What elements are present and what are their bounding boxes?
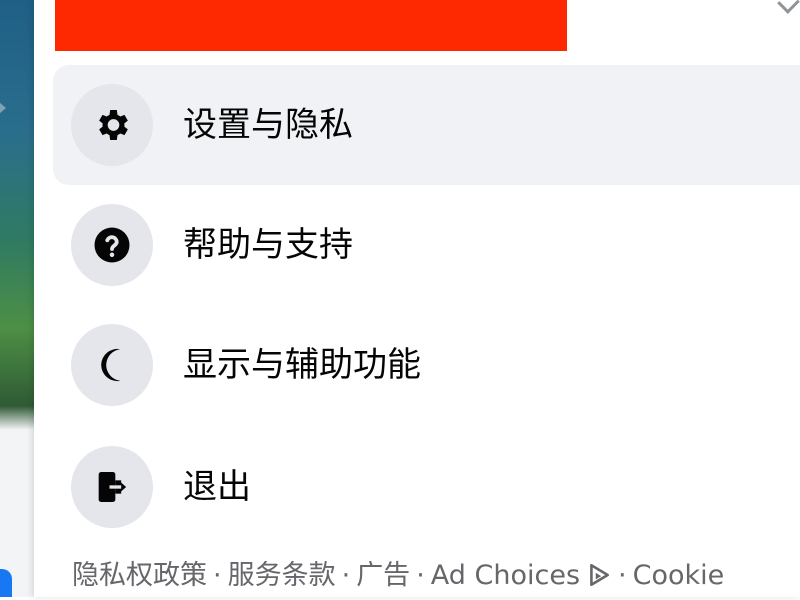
- footer-separator: ·: [416, 560, 425, 591]
- menu-item-help-support[interactable]: 帮助与支持: [53, 185, 800, 305]
- footer-link-ad-choices[interactable]: Ad Choices: [431, 560, 580, 591]
- footer-link-ads[interactable]: 广告: [356, 560, 410, 591]
- footer-separator: ·: [213, 560, 222, 591]
- footer-link-cookie[interactable]: Cookie: [633, 560, 725, 591]
- redacted-profile-area: [55, 0, 567, 51]
- background-arrow-icon: [0, 96, 6, 120]
- menu-item-label: 退出: [183, 467, 251, 507]
- footer-separator: ·: [618, 560, 627, 591]
- menu-item-settings-privacy[interactable]: 设置与隐私: [53, 65, 800, 185]
- footer-link-privacy[interactable]: 隐私权政策: [72, 560, 207, 591]
- menu-item-label: 设置与隐私: [183, 105, 353, 145]
- gear-icon: [71, 84, 153, 166]
- menu-item-logout[interactable]: 退出: [53, 427, 800, 547]
- logout-icon: [71, 446, 153, 528]
- footer-separator: ·: [341, 560, 351, 591]
- ad-choices-icon: [586, 560, 612, 600]
- account-menu: 设置与隐私 帮助与支持 显示与辅助功能 退出 隐私权政策 · 服务条款 · 广告…: [34, 0, 800, 597]
- footer-link-terms[interactable]: 服务条款: [228, 560, 336, 591]
- background-badge: [0, 569, 12, 597]
- menu-item-label: 显示与辅助功能: [183, 345, 421, 385]
- footer-links: 隐私权政策 · 服务条款 · 广告 · Ad Choices · Cookie: [72, 556, 724, 600]
- moon-icon: [71, 324, 153, 406]
- menu-item-label: 帮助与支持: [183, 225, 353, 265]
- question-icon: [71, 204, 153, 286]
- background-page-strip: [0, 0, 34, 597]
- chevron-icon: [777, 0, 800, 14]
- menu-item-display-accessibility[interactable]: 显示与辅助功能: [53, 305, 800, 425]
